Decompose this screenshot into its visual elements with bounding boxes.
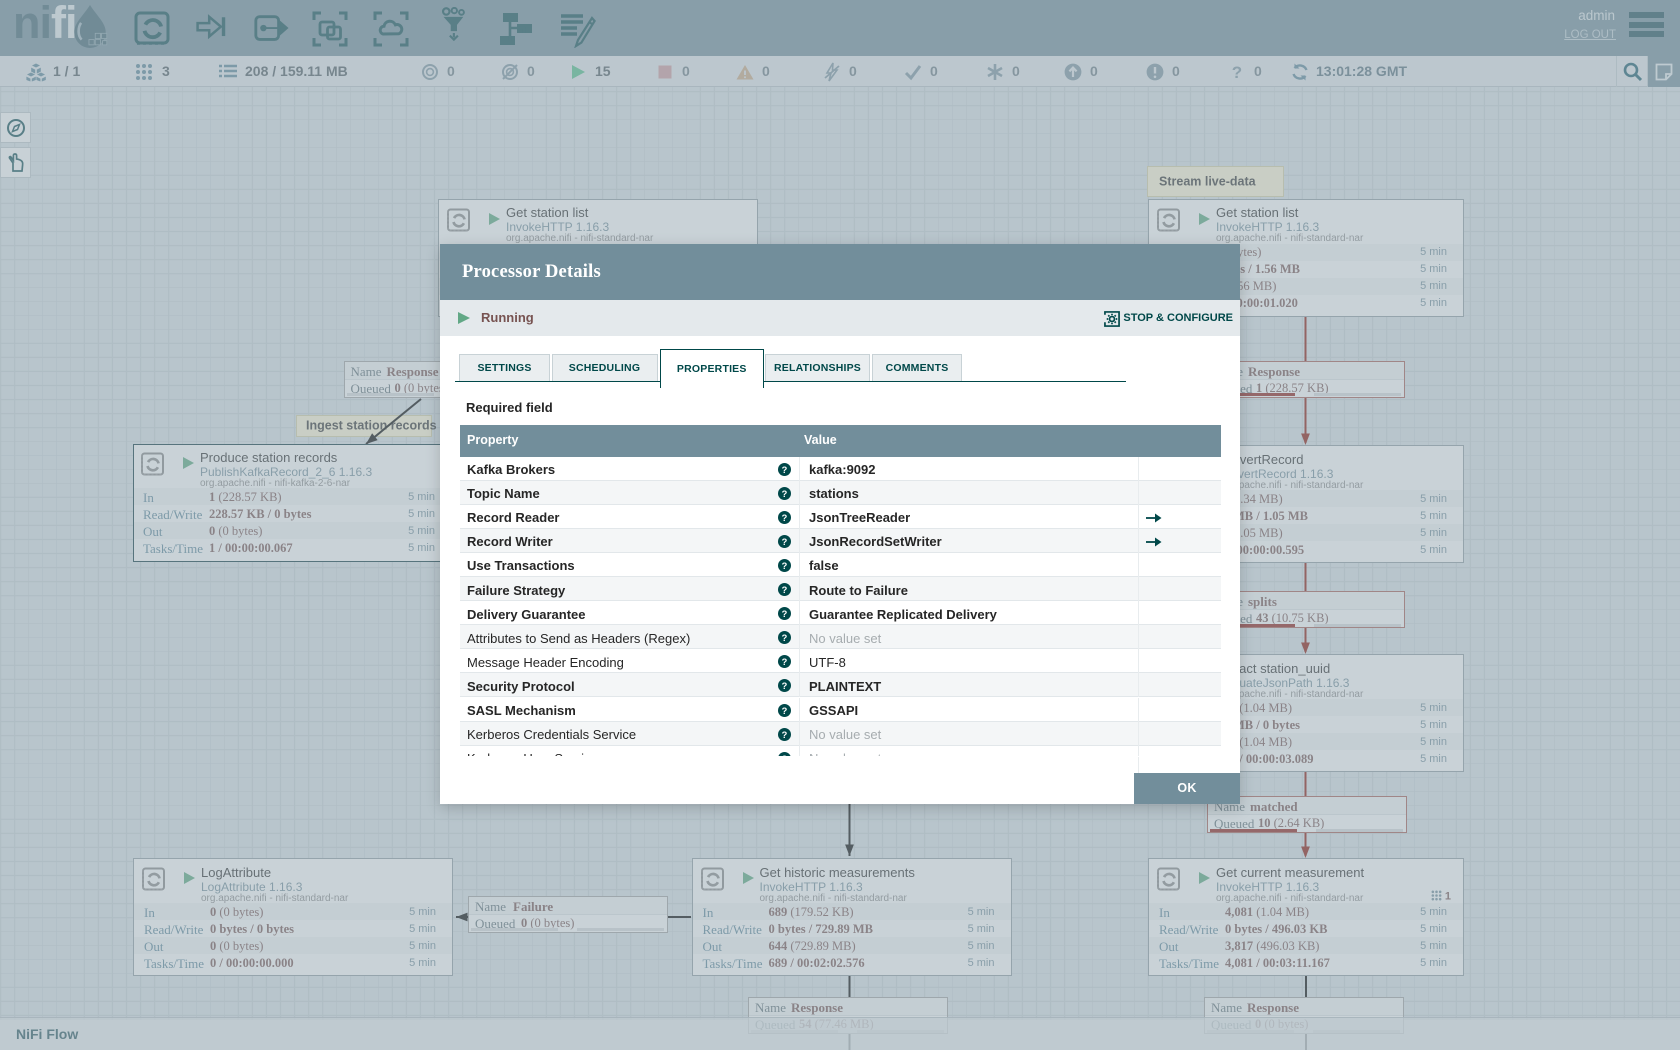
svg-text:?: ? <box>782 513 788 523</box>
svg-text:?: ? <box>782 464 788 474</box>
svg-text:?: ? <box>782 657 788 667</box>
svg-text:?: ? <box>782 633 788 643</box>
svg-text:?: ? <box>782 488 788 498</box>
svg-text:?: ? <box>782 705 788 715</box>
svg-text:?: ? <box>782 754 788 756</box>
svg-text:?: ? <box>782 585 788 595</box>
svg-text:?: ? <box>782 609 788 619</box>
svg-text:?: ? <box>782 729 788 739</box>
svg-text:?: ? <box>782 537 788 547</box>
svg-text:?: ? <box>782 681 788 691</box>
svg-text:?: ? <box>782 561 788 571</box>
